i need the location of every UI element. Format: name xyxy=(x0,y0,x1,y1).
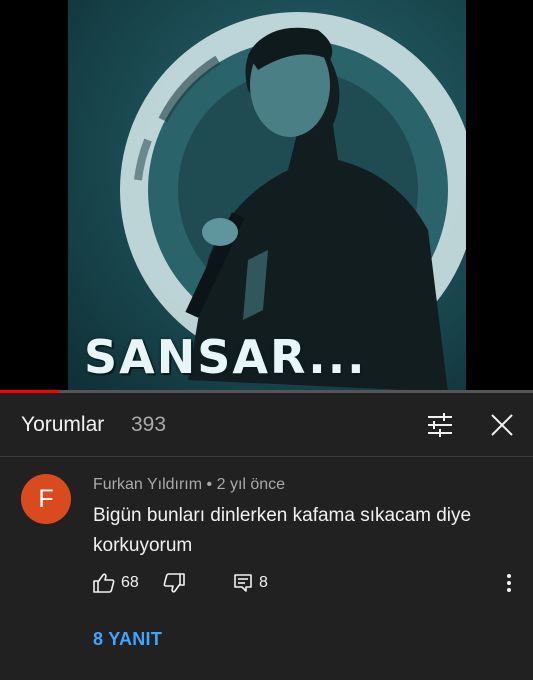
more-vertical-icon xyxy=(507,574,511,592)
thumbs-up-icon xyxy=(93,573,115,593)
reply-button[interactable]: 8 xyxy=(233,570,268,596)
comments-panel: Yorumlar 393 F Furkan Yıldırım • 2 yıl ö… xyxy=(0,393,533,680)
more-options-button[interactable] xyxy=(499,570,519,596)
avatar-letter: F xyxy=(38,484,54,513)
dislike-button[interactable] xyxy=(163,570,185,596)
comment-time: 2 yıl önce xyxy=(216,476,286,493)
comment-author[interactable]: Furkan Yıldırım xyxy=(93,476,202,493)
comment-item: F Furkan Yıldırım • 2 yıl önce Bigün bun… xyxy=(0,458,533,680)
comment-actions: 68 8 xyxy=(93,570,523,596)
comments-title: Yorumlar xyxy=(21,413,105,436)
comments-count: 393 xyxy=(131,413,167,436)
close-button[interactable] xyxy=(486,409,518,441)
view-replies-link[interactable]: 8 YANIT xyxy=(93,629,162,650)
album-cover-image: SANSAR... xyxy=(68,0,466,392)
like-count: 68 xyxy=(121,574,139,591)
filter-button[interactable] xyxy=(423,410,457,440)
comments-header: Yorumlar 393 xyxy=(0,393,533,457)
cover-title-text: SANSAR... xyxy=(84,330,367,384)
filter-sliders-icon xyxy=(428,413,452,437)
close-x-icon xyxy=(491,414,513,436)
meta-separator: • xyxy=(206,476,213,493)
comment-meta: Furkan Yıldırım • 2 yıl önce xyxy=(93,476,285,494)
comment-text: Bigün bunları dinlerken kafama sıkacam d… xyxy=(93,505,472,556)
video-player[interactable]: SANSAR... xyxy=(0,0,533,393)
thumbs-down-icon xyxy=(163,573,185,593)
avatar[interactable]: F xyxy=(21,474,71,524)
reply-count: 8 xyxy=(259,574,268,591)
like-button[interactable]: 68 xyxy=(93,570,139,596)
reply-comment-icon xyxy=(234,574,252,592)
